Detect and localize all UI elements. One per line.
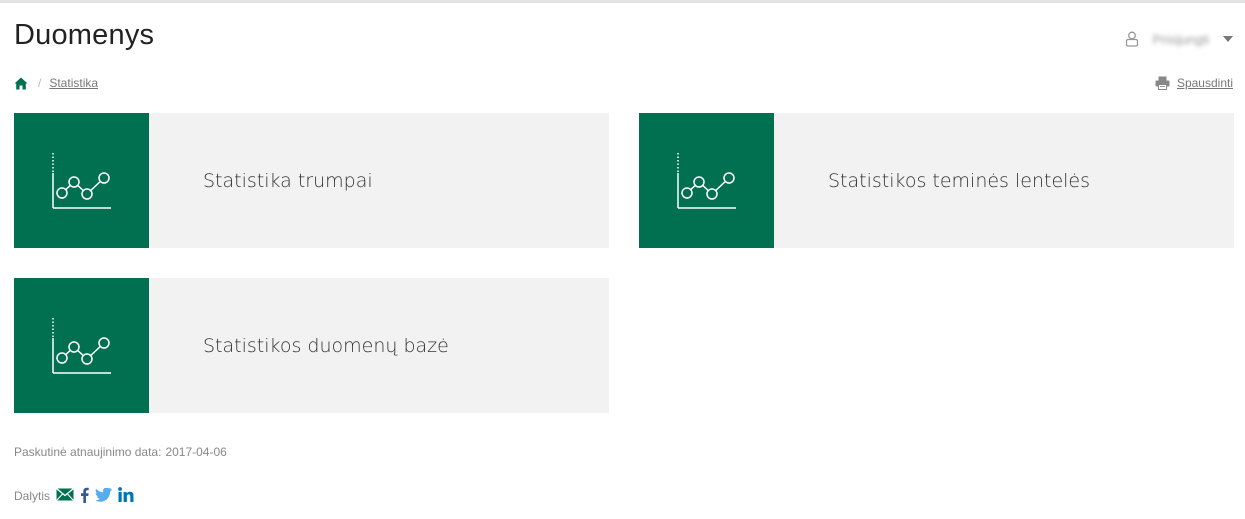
tile-icon-box [14,113,149,248]
tile-label: Statistikos teminės lentelės [828,169,1091,192]
tile-icon-box [639,113,774,248]
line-chart-icon [52,318,111,374]
tile-statistikos-duomenu-baze[interactable]: Statistikos duomenų bazė [14,278,609,413]
last-update-date: 2017-04-06 [165,445,227,459]
tile-icon-box [14,278,149,413]
print-button[interactable]: Spausdinti [1155,75,1233,91]
tile-statistikos-temines-lenteles[interactable]: Statistikos teminės lentelės [639,113,1234,248]
tile-statistika-trumpai[interactable]: Statistika trumpai [14,113,609,248]
breadcrumb: / Statistika [14,75,98,91]
top-border [0,0,1245,3]
page-title: Duomenys [14,19,155,51]
chevron-down-icon [1223,36,1233,42]
line-chart-icon [52,153,111,209]
home-icon[interactable] [14,77,28,90]
last-update: Paskutinė atnaujinimo data: 2017-04-06 [14,445,227,459]
print-icon [1155,76,1170,90]
user-name: Prisijungti [1152,31,1209,47]
line-chart-icon [677,153,736,209]
user-icon [1125,31,1139,47]
share-bar: Dalytis [14,486,140,506]
print-label: Spausdinti [1176,76,1233,90]
tile-label: Statistika trumpai [203,169,373,192]
tile-label: Statistikos duomenų bazė [203,334,449,357]
breadcrumb-separator: / [38,76,42,90]
twitter-icon[interactable] [95,486,112,505]
facebook-icon[interactable] [80,487,89,506]
share-label: Dalytis [14,489,51,503]
user-menu[interactable]: Prisijungti [1125,30,1233,48]
linkedin-icon[interactable] [118,487,134,505]
email-icon[interactable] [56,487,74,504]
breadcrumb-item-statistika[interactable]: Statistika [49,76,98,90]
last-update-label: Paskutinė atnaujinimo data: [14,445,162,459]
